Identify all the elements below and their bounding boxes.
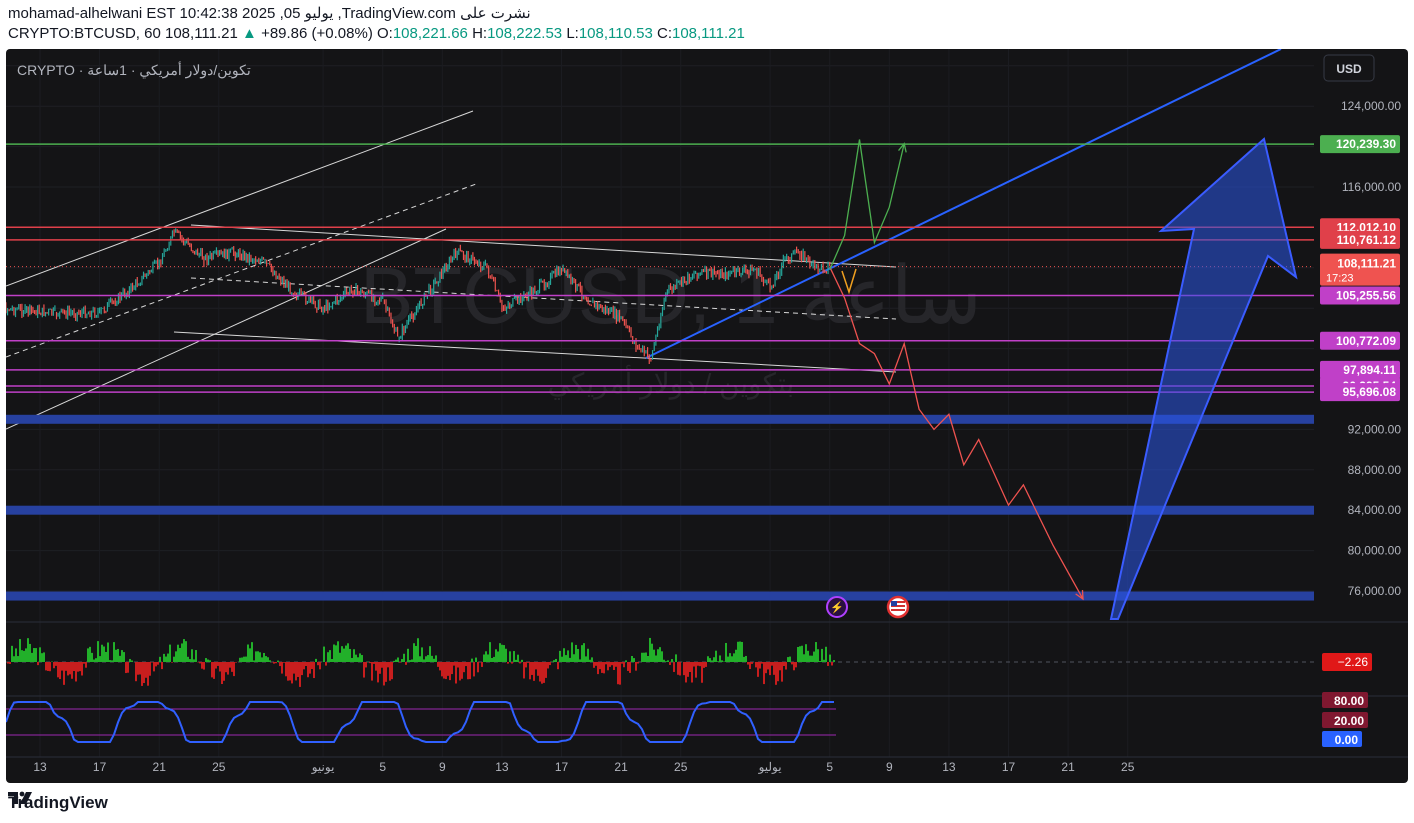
close-value: 108,111.21	[671, 25, 745, 42]
publish-info: mohamad-alhelwani EST 10:42:38 2025 ,05 …	[8, 5, 531, 22]
last-price: 108,111.21	[165, 25, 238, 42]
footer-brand[interactable]: TradingView	[8, 790, 108, 816]
price-change: +89.86 (+0.08%)	[261, 25, 373, 42]
legend-title: CRYPTO · تكوين/دولار أمريكي · 1ساعة	[17, 60, 251, 79]
time-tick-label: 25	[1121, 760, 1135, 774]
time-tick-label: 13	[33, 760, 47, 774]
lightning-event-icon[interactable]: ⚡	[826, 596, 848, 618]
support-band	[6, 505, 1314, 515]
up-triangle-icon: ▲	[242, 25, 257, 42]
chart-area[interactable]: BTCUSD, 1 ساعة بتكوين / دولار أمريكي 124…	[6, 49, 1408, 783]
time-tick-label: 13	[942, 760, 956, 774]
time-tick-label: 21	[1061, 760, 1075, 774]
level-price-label: 110,761.12	[1337, 233, 1397, 247]
time-tick-label: 21	[614, 760, 628, 774]
price-tick-label: 80,000.00	[1348, 544, 1402, 558]
stoch-level-label: 20.00	[1334, 714, 1364, 728]
countdown-label: 17:23	[1326, 273, 1354, 285]
watermark: BTCUSD, 1 ساعة بتكوين / دولار أمريكي	[360, 251, 982, 400]
symbol-ohlc-line: CRYPTO:BTCUSD, 60 108,111.21 ▲ +89.86 (+…	[8, 24, 745, 44]
time-tick-label: 17	[93, 760, 107, 774]
big-up-arrow	[1109, 137, 1298, 620]
high-label: H:	[472, 25, 488, 42]
price-tick-label: 88,000.00	[1348, 463, 1402, 477]
time-tick-label: 9	[886, 760, 893, 774]
level-price-label: 120,239.30	[1336, 137, 1396, 151]
low-label: L:	[566, 25, 579, 42]
chart-canvas[interactable]: BTCUSD, 1 ساعة بتكوين / دولار أمريكي 124…	[6, 49, 1408, 783]
open-value: 108,221.66	[392, 25, 468, 42]
stoch-value-label: 0.00	[1335, 733, 1359, 747]
price-tick-label: 92,000.00	[1348, 422, 1402, 436]
level-price-label: 97,894.11	[1343, 363, 1396, 377]
us-flag-event-icon[interactable]	[886, 595, 910, 619]
open-label: O:	[376, 25, 393, 42]
svg-text:⚡: ⚡	[830, 601, 844, 614]
price-tick-label: 84,000.00	[1348, 503, 1402, 517]
oscillator-value-label: −2.26	[1338, 655, 1369, 669]
level-price-label: 100,772.09	[1336, 334, 1396, 348]
time-tick-label: 13	[495, 760, 509, 774]
close-label: C:	[656, 25, 672, 42]
price-tick-label: 76,000.00	[1348, 584, 1402, 598]
currency-label: USD	[1336, 62, 1362, 76]
stoch-level-label: 80.00	[1334, 694, 1364, 708]
tradingview-logo-icon	[8, 791, 32, 804]
price-tick-label: 124,000.00	[1341, 99, 1401, 113]
last-price-label: 108,111.21	[1337, 257, 1396, 271]
indicator-panes	[6, 621, 1408, 758]
time-axis: 13 17 21 25 يونيو 5 9 13 17 21 25 يوليو 5 9 13 17 21 25	[33, 760, 1134, 774]
time-tick-label: يوليو	[758, 760, 782, 774]
price-tick-label: 116,000.00	[1342, 180, 1401, 194]
high-value: 108,222.53	[487, 25, 563, 42]
time-tick-label: 9	[439, 760, 446, 774]
time-tick-label: 25	[674, 760, 688, 774]
low-value: 108,110.53	[578, 25, 653, 42]
time-tick-label: يونيو	[311, 760, 335, 774]
level-price-label: 105,255.56	[1336, 289, 1396, 303]
price-axis: 124,000.00 116,000.00 92,000.00 88,000.00 84…	[1320, 99, 1401, 747]
time-tick-label: 5	[379, 760, 386, 774]
big-blue-arrow	[1109, 137, 1298, 620]
currency-button[interactable]: USD	[1323, 54, 1375, 82]
symbol-label: CRYPTO:BTCUSD, 60	[8, 25, 161, 42]
level-price-label: 95,696.08	[1343, 385, 1397, 399]
time-tick-label: 17	[1002, 760, 1016, 774]
stochastic-line	[6, 701, 834, 743]
time-tick-label: 25	[212, 760, 226, 774]
time-tick-label: 17	[555, 760, 569, 774]
support-band	[6, 414, 1314, 424]
time-tick-label: 5	[826, 760, 833, 774]
chart-header: mohamad-alhelwani EST 10:42:38 2025 ,05 …	[8, 4, 745, 44]
time-tick-label: 21	[153, 760, 167, 774]
